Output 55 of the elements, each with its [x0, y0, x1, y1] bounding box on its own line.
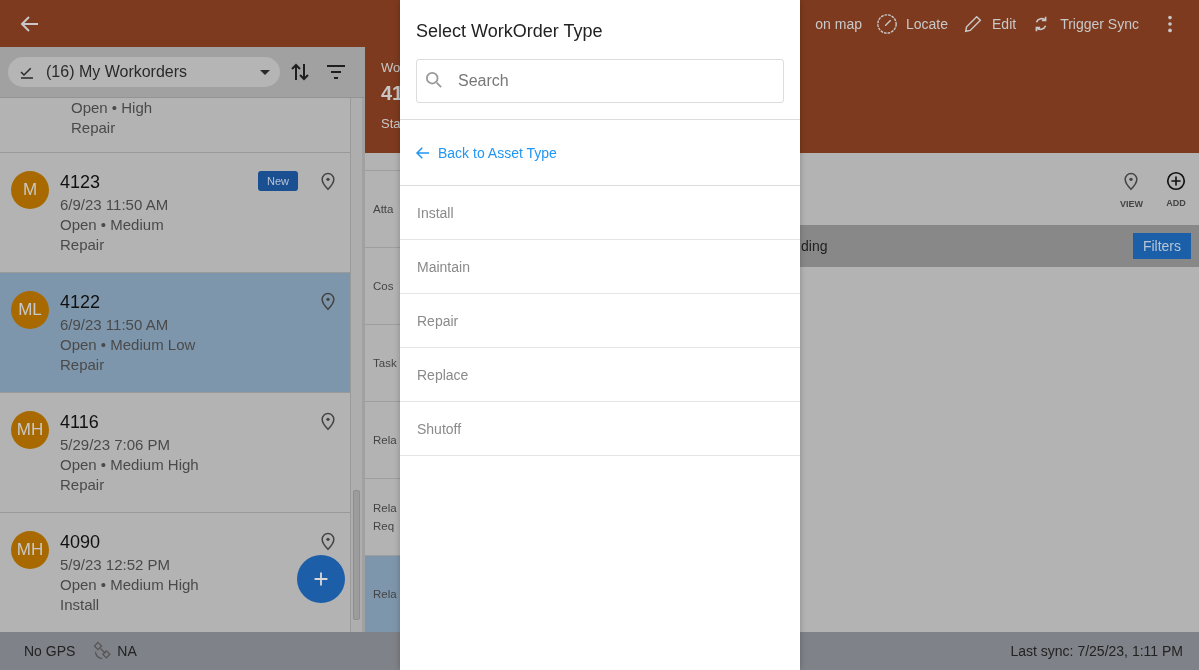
dialog-title: Select WorkOrder Type	[415, 20, 604, 42]
avatar: ML	[11, 291, 49, 329]
workorder-date: 5/9/23 12:52 PM	[60, 555, 172, 575]
search-icon	[426, 72, 442, 88]
workorder-type: Install	[60, 595, 101, 615]
workorder-number: 4123	[60, 171, 102, 194]
gps-status: No GPS	[24, 643, 76, 659]
detail-status: Sta	[381, 115, 402, 133]
workorder-status: Open • Medium High	[60, 455, 200, 475]
view-button[interactable]: VIEW	[1120, 169, 1143, 209]
workorder-status: Open • Medium	[60, 215, 165, 235]
header-action[interactable]: Locate	[876, 12, 949, 35]
scrollbar[interactable]	[350, 98, 362, 632]
type-option[interactable]: Repair	[400, 294, 800, 348]
workorder-item[interactable]: ML 4122 6/9/23 11:50 AM Open • Medium Low Repair	[0, 273, 350, 393]
header-action[interactable]: Edit	[962, 12, 1017, 35]
search-field[interactable]: Search	[416, 59, 784, 103]
add-button[interactable]: ADD	[1165, 170, 1187, 208]
detail-label: Wo	[381, 59, 402, 77]
satellite-status: NA	[117, 643, 137, 659]
satellite-icon	[93, 641, 114, 661]
avatar: MH	[11, 531, 49, 569]
avatar: MH	[11, 411, 49, 449]
list-selector[interactable]: (16) My Workorders	[8, 57, 280, 87]
new-badge: New	[258, 171, 298, 191]
header-action[interactable]: on map	[815, 15, 862, 32]
caret-icon	[260, 69, 270, 75]
workorder-status: Open • Medium High	[60, 575, 200, 595]
workorder-type: Repair	[60, 235, 106, 255]
workorder-item[interactable]: MH 4116 5/29/23 7:06 PM Open • Medium High Repair	[0, 393, 350, 513]
workorder-number: 4116	[60, 411, 100, 434]
header-action[interactable]: Trigger Sync	[1030, 12, 1139, 35]
workorder-date: 5/29/23 7:06 PM	[60, 435, 172, 455]
scrollbar-thumb[interactable]	[353, 490, 360, 620]
workorder-type: Repair	[71, 118, 117, 138]
type-option[interactable]: Install	[400, 186, 800, 240]
workorder-date: 6/9/23 11:50 AM	[60, 195, 170, 215]
workorder-date: 6/9/23 11:50 AM	[60, 315, 170, 335]
workorder-type: Repair	[60, 475, 106, 495]
add-icon	[1165, 170, 1187, 192]
type-option[interactable]: Maintain	[400, 240, 800, 294]
compass-icon	[876, 12, 898, 35]
back-link[interactable]: Back to Asset Type	[414, 143, 557, 162]
type-option[interactable]: Shutoff	[400, 402, 800, 456]
workorder-number: 4122	[60, 291, 102, 314]
workorder-status: Open • High	[71, 98, 154, 118]
workorder-status: Open • Medium Low	[60, 335, 197, 355]
workorder-number: 4090	[60, 531, 102, 554]
avatar: M	[11, 171, 49, 209]
last-sync: Last sync: 7/25/23, 1:11 PM	[1010, 643, 1183, 659]
type-option[interactable]: Replace	[400, 348, 800, 402]
filters-button[interactable]: Filters	[1132, 233, 1191, 259]
filter-bar-text: ding	[801, 238, 829, 254]
workorder-type: Repair	[60, 355, 106, 375]
section-item[interactable]: Rela	[365, 555, 400, 632]
